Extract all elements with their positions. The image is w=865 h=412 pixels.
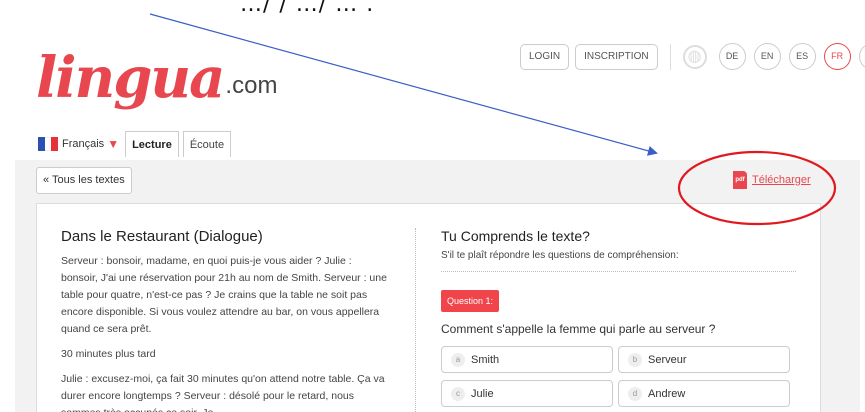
article-title: Dans le Restaurant (Dialogue) (61, 228, 263, 245)
quiz-title: Tu Comprends le texte? (441, 228, 590, 244)
language-selector[interactable]: Français ▼ (36, 131, 121, 157)
question-text: Comment s'appelle la femme qui parle au … (441, 322, 716, 336)
content-tabs: Français ▼ Lecture Écoute (36, 131, 232, 157)
option-letter: a (451, 352, 465, 367)
globe-icon: ◍ (682, 44, 707, 69)
nav-divider (669, 43, 671, 70)
french-flag-icon (38, 137, 59, 151)
answer-option-c[interactable]: c Julie (441, 380, 613, 407)
option-label: Julie (471, 387, 494, 400)
annotation-text: …/ / …/ … . (240, 0, 375, 17)
lang-button-fr[interactable]: FR (823, 43, 851, 70)
lang-button-es[interactable]: ES (788, 43, 816, 70)
logo-wordmark: lingua (36, 45, 225, 111)
download-link[interactable]: Télécharger (752, 174, 811, 186)
option-label: Smith (471, 353, 500, 366)
option-label: Serveur (648, 353, 687, 366)
option-label: Andrew (648, 387, 686, 400)
answer-options: a Smith b Serveur c Julie d Andrew (441, 346, 796, 407)
answer-option-b[interactable]: b Serveur (618, 346, 790, 373)
all-texts-button[interactable]: « Tous les textes (36, 167, 132, 194)
quiz-column: Tu Comprends le texte? S'il te plaît rép… (441, 228, 796, 407)
option-letter: b (628, 352, 642, 367)
signup-button[interactable]: INSCRIPTION (575, 43, 658, 70)
lang-button-it[interactable]: IT (858, 43, 865, 70)
pdf-icon: pdf (733, 171, 747, 189)
lang-button-de[interactable]: DE (718, 43, 746, 70)
option-letter: d (628, 386, 642, 401)
article-paragraph: Serveur : bonsoir, madame, en quoi puis-… (61, 255, 387, 335)
lang-button-en[interactable]: EN (753, 43, 781, 70)
login-button[interactable]: LOGIN (520, 43, 570, 70)
answer-option-a[interactable]: a Smith (441, 346, 613, 373)
logo-tld: .com (225, 72, 278, 99)
language-selector-label: Français (62, 138, 105, 150)
option-letter: c (451, 386, 465, 401)
column-divider (415, 228, 416, 412)
tab-ecoute[interactable]: Écoute (182, 131, 232, 157)
question-badge: Question 1: (441, 290, 500, 312)
article-paragraph: Julie : excusez-moi, ça fait 30 minutes … (61, 373, 385, 412)
answer-option-d[interactable]: d Andrew (618, 380, 790, 407)
top-nav: LOGIN INSCRIPTION ◍ DE EN ES FR IT (520, 43, 865, 70)
caret-down-icon: ▼ (107, 137, 120, 151)
article-paragraph: 30 minutes plus tard (61, 348, 156, 360)
download-link-group[interactable]: pdf Télécharger (733, 171, 811, 189)
lingua-logo[interactable]: lingua .com (36, 34, 277, 106)
quiz-instruction: S'il te plaît répondre les questions de … (441, 250, 796, 272)
article-column: Dans le Restaurant (Dialogue) Serveur : … (61, 228, 391, 412)
tab-lecture[interactable]: Lecture (125, 131, 179, 157)
